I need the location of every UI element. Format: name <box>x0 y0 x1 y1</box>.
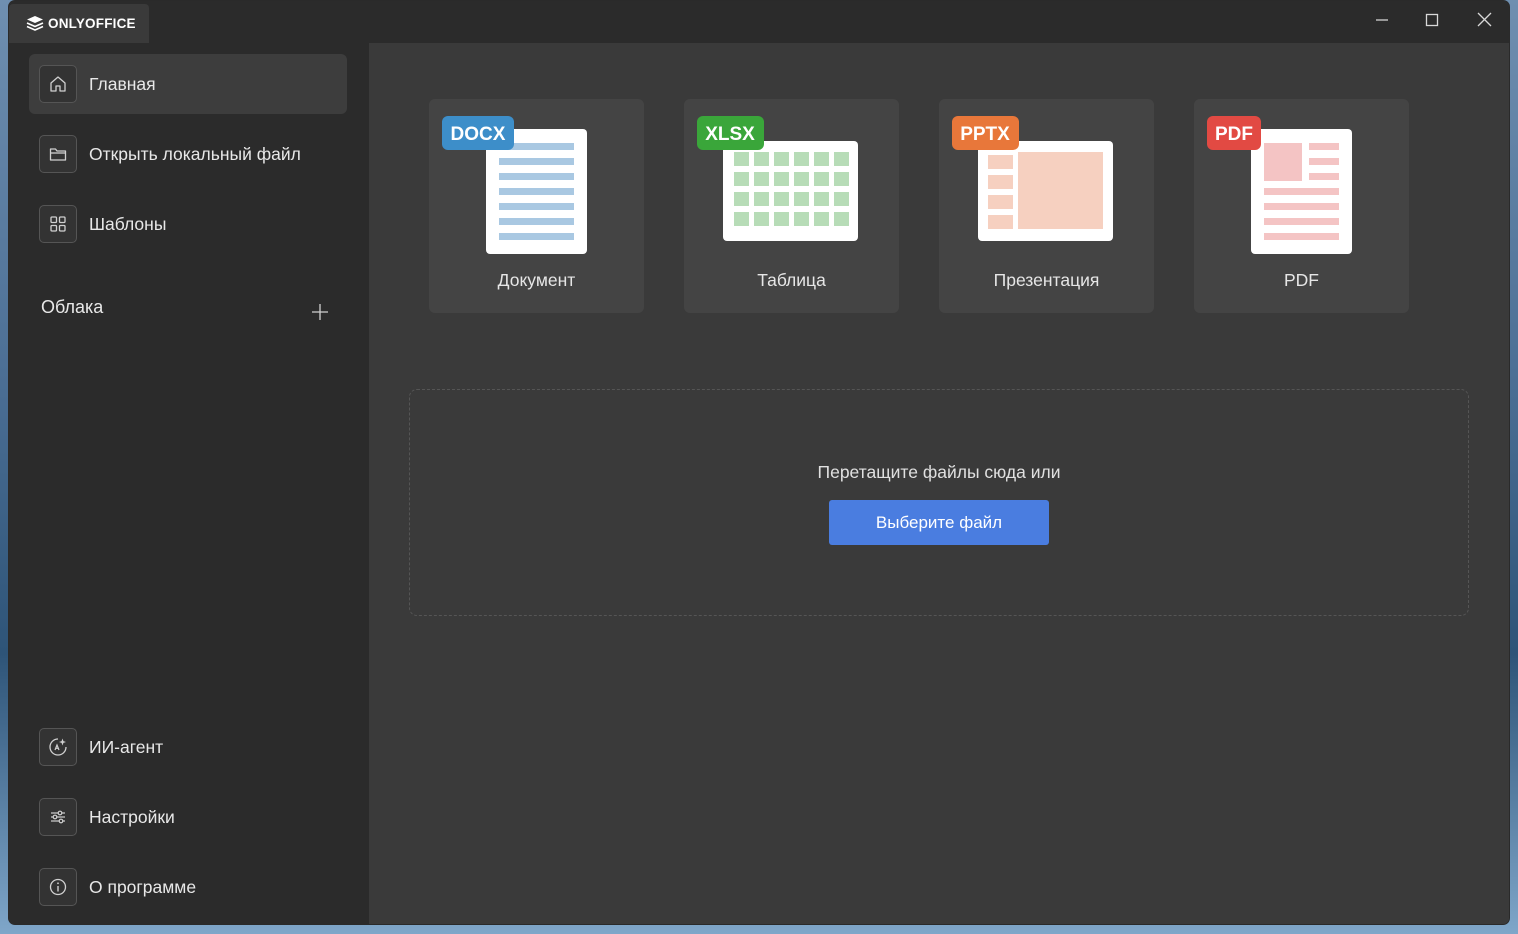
tile-badge: PPTX <box>960 124 1010 145</box>
tile-badge: DOCX <box>451 124 506 145</box>
tile-badge: XLSX <box>705 124 755 145</box>
spreadsheet-file-icon: XLSX <box>696 115 886 261</box>
tile-label: PDF <box>1284 270 1319 290</box>
presentation-file-icon: PPTX <box>951 115 1141 261</box>
tile-label: Презентация <box>993 270 1100 290</box>
sidebar-item-label: Шаблоны <box>89 213 167 234</box>
home-icon <box>39 65 77 103</box>
folder-icon <box>39 135 77 173</box>
onlyoffice-layers-icon <box>25 15 45 33</box>
app-tab[interactable]: ONLYOFFICE <box>9 4 149 43</box>
sidebar-item-label: Главная <box>89 73 156 94</box>
sidebar-item-home[interactable]: Главная <box>29 54 347 114</box>
drop-zone-text: Перетащите файлы сюда или <box>817 462 1061 482</box>
sidebar-item-label: Настройки <box>89 806 175 827</box>
tile-badge: PDF <box>1215 124 1253 145</box>
plus-icon[interactable] <box>309 301 331 323</box>
sidebar-item-label: Открыть локальный файл <box>89 143 301 164</box>
create-presentation-tile[interactable]: PPTX Презентация <box>939 99 1154 313</box>
sidebar-item-about[interactable]: О программе <box>29 857 347 917</box>
create-pdf-tile[interactable]: PDF PDF <box>1194 99 1409 313</box>
sidebar-item-label: О программе <box>89 876 197 897</box>
tile-label: Документ <box>497 270 576 290</box>
app-window: ONLYOFFICE Главная Открыть локальный фай… <box>9 1 1509 924</box>
minimize-button[interactable] <box>1357 1 1407 43</box>
title-bar: ONLYOFFICE <box>9 1 1509 43</box>
close-icon <box>1477 12 1492 32</box>
create-spreadsheet-tile[interactable]: XLSX Таблица <box>684 99 899 313</box>
sidebar-item-open-local-file[interactable]: Открыть локальный файл <box>29 124 347 184</box>
create-document-tile[interactable]: DOCX Документ <box>429 99 644 313</box>
app-name: ONLYOFFICE <box>48 16 136 31</box>
document-file-icon: DOCX <box>441 115 631 261</box>
sidebar-item-settings[interactable]: Настройки <box>29 787 347 847</box>
sidebar-item-label: ИИ-агент <box>89 736 164 757</box>
minimize-icon <box>1375 13 1389 32</box>
tile-label: Таблица <box>757 270 826 290</box>
sidebar-item-ai-agent[interactable]: ИИ-агент <box>29 717 347 777</box>
ai-agent-icon <box>39 728 77 766</box>
settings-sliders-icon <box>39 798 77 836</box>
close-button[interactable] <box>1459 1 1509 43</box>
main-content: DOCX Документ XLSX Таблица PPTX Презента… <box>369 43 1509 924</box>
maximize-button[interactable] <box>1407 1 1457 43</box>
maximize-icon <box>1425 13 1439 32</box>
grid-icon <box>39 205 77 243</box>
clouds-section-title: Облака <box>41 297 104 317</box>
info-icon <box>39 868 77 906</box>
choose-file-button[interactable]: Выберите файл <box>829 500 1049 545</box>
sidebar: Главная Открыть локальный файл Шаблоны О… <box>9 43 369 924</box>
pdf-file-icon: PDF <box>1206 115 1396 261</box>
sidebar-item-templates[interactable]: Шаблоны <box>29 194 347 254</box>
file-drop-zone[interactable]: Перетащите файлы сюда или Выберите файл <box>409 389 1469 616</box>
